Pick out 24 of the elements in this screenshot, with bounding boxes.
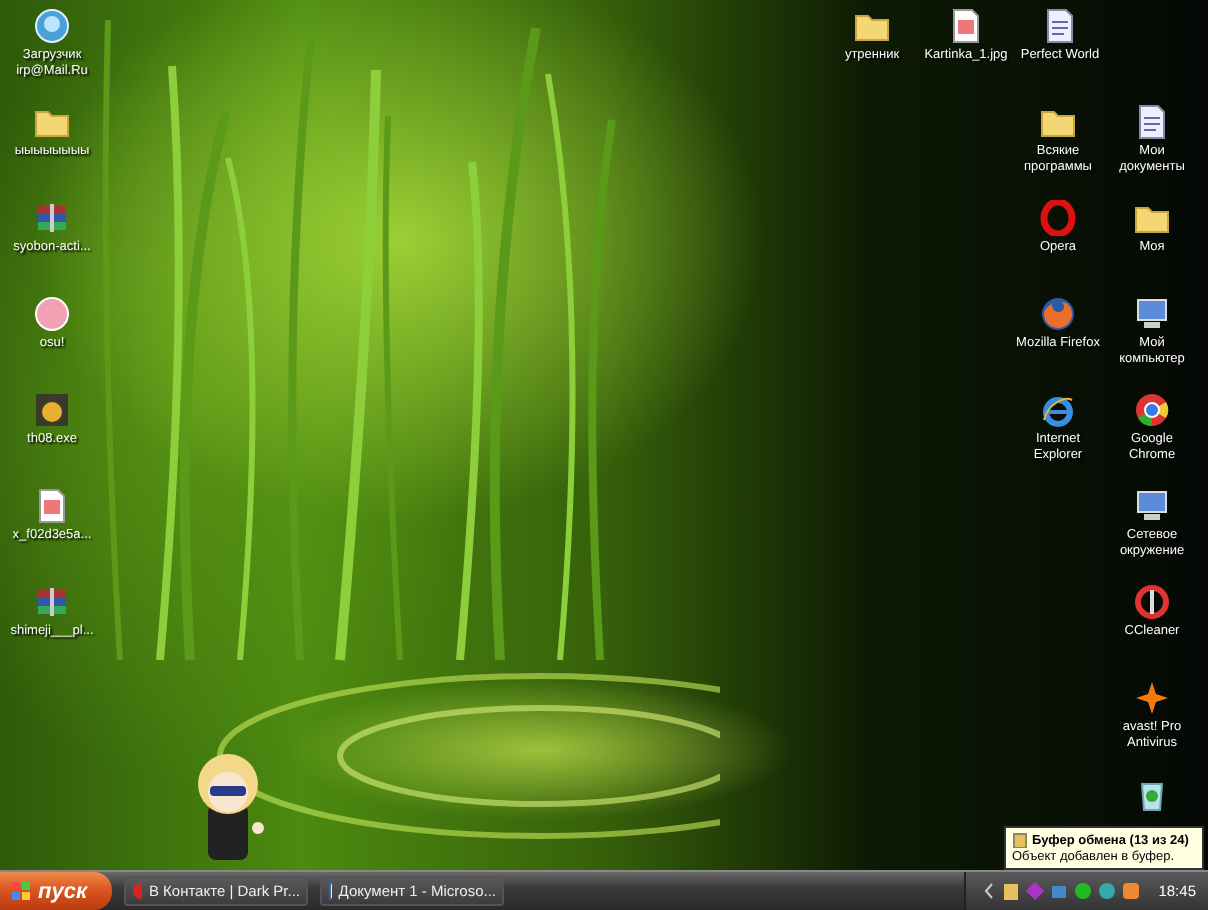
clipboard-icon[interactable] xyxy=(1002,882,1021,900)
app-icon xyxy=(34,392,70,428)
status-icon[interactable] xyxy=(1074,882,1093,900)
globe-icon xyxy=(34,8,70,44)
windows-logo-icon xyxy=(12,882,30,900)
opera-icon xyxy=(1040,200,1076,236)
computer-icon xyxy=(1134,488,1170,524)
computer-icon xyxy=(1134,296,1170,332)
avast-icon xyxy=(1134,680,1170,716)
start-button[interactable]: пуск xyxy=(0,872,112,910)
app-icon[interactable] xyxy=(1122,882,1141,900)
chrome-icon xyxy=(1134,392,1170,428)
chevron-left-icon[interactable] xyxy=(982,882,997,900)
clipboard-icon xyxy=(1012,832,1028,848)
image-file-icon xyxy=(948,8,984,44)
firefox-icon xyxy=(1040,296,1076,332)
ie-icon xyxy=(1040,392,1076,428)
ccleaner-icon xyxy=(1134,584,1170,620)
archive-icon xyxy=(34,584,70,620)
app-icon xyxy=(34,296,70,332)
archive-icon xyxy=(34,200,70,236)
download-icon[interactable] xyxy=(1098,882,1117,900)
browser-icon xyxy=(132,882,143,900)
image-file-icon xyxy=(34,488,70,524)
